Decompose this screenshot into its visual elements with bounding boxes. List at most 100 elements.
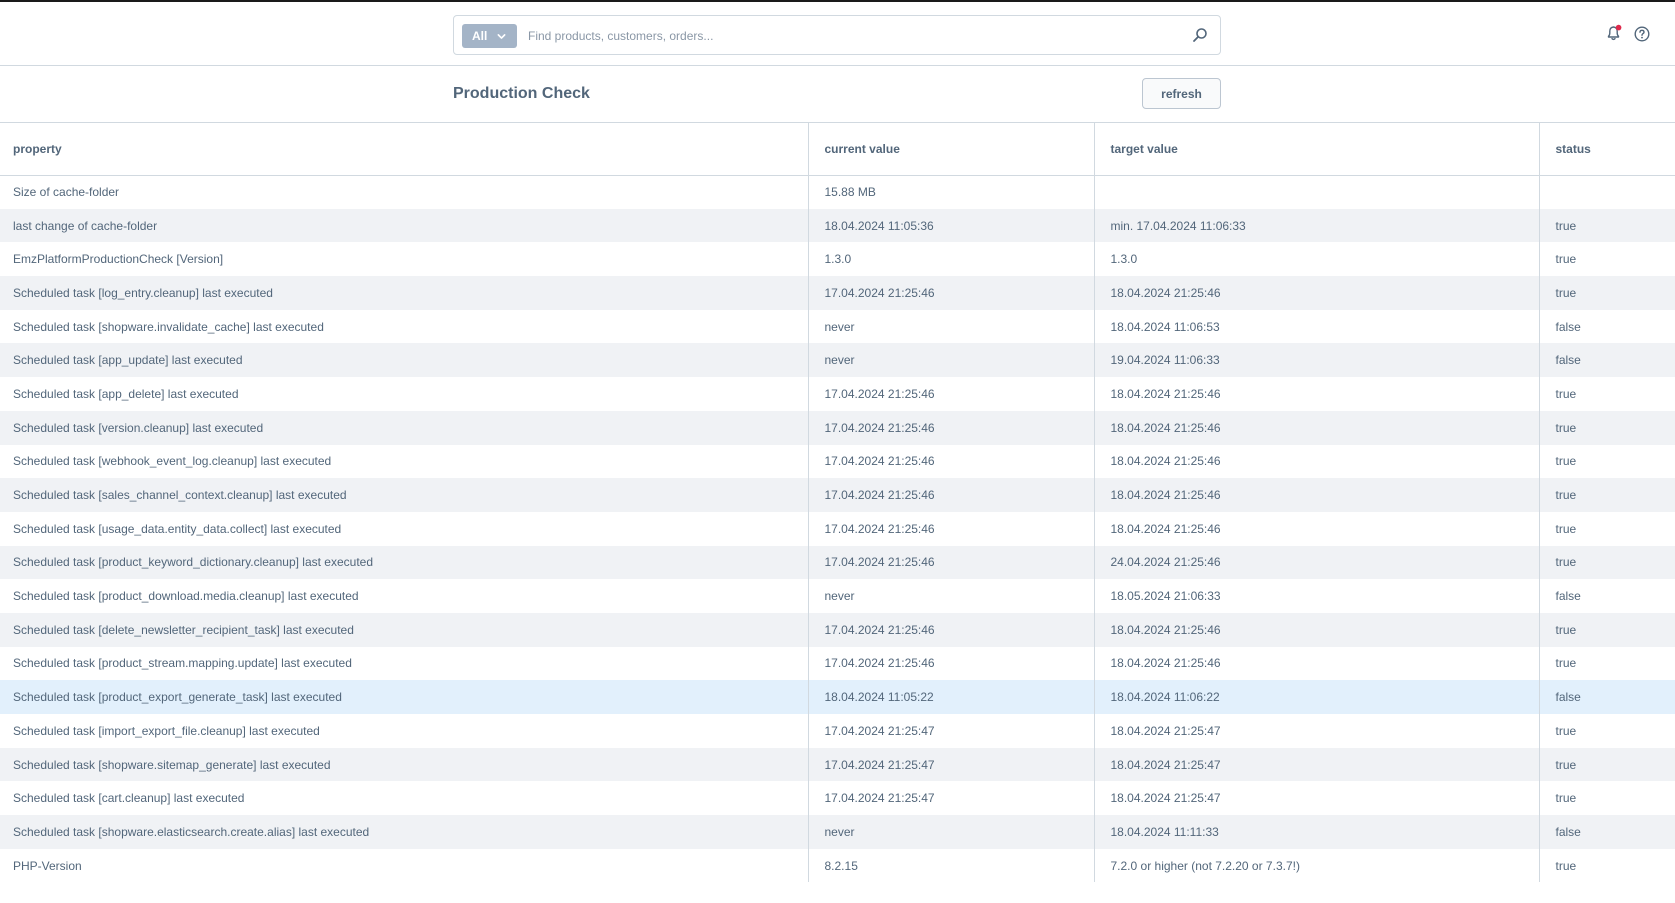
cell-target-value: 18.04.2024 21:25:46 (1093, 276, 1539, 310)
cell-target-value: 18.04.2024 21:25:46 (1093, 410, 1539, 445)
cell-current-value: 15.88 MB (807, 175, 1094, 209)
table-row[interactable]: Scheduled task [import_export_file.clean… (0, 714, 1675, 748)
search-input[interactable] (528, 24, 1168, 48)
production-check-grid: property current value target value stat… (0, 123, 1675, 883)
table-row[interactable]: Scheduled task [shopware.elasticsearch.c… (0, 815, 1675, 849)
cell-property: Scheduled task [shopware.elasticsearch.c… (0, 815, 808, 849)
cell-status: false (1538, 343, 1675, 378)
cell-property: PHP-Version (0, 848, 808, 883)
cell-target-value: 18.04.2024 21:25:47 (1093, 714, 1539, 748)
cell-property: Scheduled task [webhook_event_log.cleanu… (0, 444, 808, 479)
table-row[interactable]: EmzPlatformProductionCheck [Version] 1.3.… (0, 242, 1675, 277)
cell-current-value: 17.04.2024 21:25:47 (807, 781, 1094, 816)
help-icon[interactable] (1634, 26, 1650, 42)
table-header-row: property current value target value stat… (0, 123, 1675, 176)
chevron-down-icon (497, 33, 506, 39)
cell-current-value: 17.04.2024 21:25:46 (807, 410, 1094, 445)
cell-current-value: 17.04.2024 21:25:46 (807, 646, 1094, 681)
cell-property: Scheduled task [delete_newsletter_recipi… (0, 612, 808, 647)
cell-target-value: 18.04.2024 11:11:33 (1093, 815, 1539, 849)
cell-status: true (1538, 511, 1675, 546)
search-type-select[interactable]: All (462, 24, 517, 48)
cell-current-value: 17.04.2024 21:25:46 (807, 478, 1094, 512)
cell-target-value: 1.3.0 (1093, 242, 1539, 277)
cell-current-value: 18.04.2024 11:05:22 (807, 680, 1094, 714)
cell-current-value: 17.04.2024 21:25:46 (807, 545, 1094, 580)
cell-status: true (1538, 478, 1675, 512)
cell-current-value: never (807, 343, 1094, 378)
column-header-target-value[interactable]: target value (1093, 123, 1539, 176)
cell-target-value: 7.2.0 or higher (not 7.2.20 or 7.3.7!) (1093, 848, 1539, 883)
cell-current-value: never (807, 309, 1094, 344)
bell-icon[interactable] (1605, 24, 1623, 42)
cell-target-value: 18.04.2024 21:25:46 (1093, 478, 1539, 512)
cell-property: Scheduled task [import_export_file.clean… (0, 714, 808, 748)
table-row[interactable]: Scheduled task [product_keyword_dictiona… (0, 545, 1675, 580)
table-row[interactable]: Scheduled task [shopware.invalidate_cach… (0, 309, 1675, 344)
table-row[interactable]: Scheduled task [sales_channel_context.cl… (0, 478, 1675, 512)
cell-target-value: 24.04.2024 21:25:46 (1093, 545, 1539, 580)
cell-property: Scheduled task [usage_data.entity_data.c… (0, 511, 808, 546)
refresh-button[interactable]: refresh (1142, 78, 1221, 109)
column-header-status[interactable]: status (1538, 123, 1675, 176)
cell-property: Scheduled task [shopware.sitemap_generat… (0, 747, 808, 782)
table-row[interactable]: Scheduled task [usage_data.entity_data.c… (0, 511, 1675, 546)
cell-status: true (1538, 545, 1675, 580)
cell-property: Scheduled task [app_update] last execute… (0, 343, 808, 378)
table-row[interactable]: Scheduled task [webhook_event_log.cleanu… (0, 444, 1675, 479)
cell-status: true (1538, 612, 1675, 647)
cell-property: last change of cache-folder (0, 208, 808, 243)
data-table: property current value target value stat… (0, 123, 1675, 883)
cell-current-value: 17.04.2024 21:25:46 (807, 444, 1094, 479)
cell-target-value: 18.04.2024 21:25:47 (1093, 781, 1539, 816)
cell-current-value: never (807, 815, 1094, 849)
cell-target-value: 18.05.2024 21:06:33 (1093, 579, 1539, 613)
table-row[interactable]: Scheduled task [delete_newsletter_recipi… (0, 612, 1675, 647)
table-row[interactable]: Scheduled task [app_update] last execute… (0, 343, 1675, 378)
cell-target-value: 19.04.2024 11:06:33 (1093, 343, 1539, 378)
cell-status: false (1538, 815, 1675, 849)
cell-status: false (1538, 680, 1675, 714)
cell-current-value: 17.04.2024 21:25:47 (807, 747, 1094, 782)
table-row[interactable]: last change of cache-folder 18.04.2024 11… (0, 208, 1675, 243)
cell-target-value: 18.04.2024 21:25:47 (1093, 747, 1539, 782)
global-search: All (453, 15, 1221, 55)
table-row[interactable]: Scheduled task [product_stream.mapping.u… (0, 646, 1675, 681)
cell-target-value: 18.04.2024 21:25:46 (1093, 377, 1539, 411)
cell-property: Scheduled task [product_stream.mapping.u… (0, 646, 808, 681)
cell-property: Scheduled task [log_entry.cleanup] last … (0, 276, 808, 310)
cell-current-value: 18.04.2024 11:05:36 (807, 208, 1094, 243)
table-row[interactable]: Size of cache-folder 15.88 MB (0, 175, 1675, 209)
cell-target-value: 18.04.2024 11:06:22 (1093, 680, 1539, 714)
cell-current-value: 17.04.2024 21:25:46 (807, 276, 1094, 310)
cell-status: true (1538, 242, 1675, 277)
search-icon[interactable] (1192, 27, 1208, 43)
cell-property: Scheduled task [product_keyword_dictiona… (0, 545, 808, 580)
cell-property: Scheduled task [product_download.media.c… (0, 579, 808, 613)
cell-property: Scheduled task [cart.cleanup] last execu… (0, 781, 808, 816)
table-row[interactable]: PHP-Version 8.2.15 7.2.0 or higher (not 7.… (0, 848, 1675, 883)
column-header-current-value[interactable]: current value (807, 123, 1094, 176)
cell-target-value: 18.04.2024 21:25:46 (1093, 612, 1539, 647)
table-row[interactable]: Scheduled task [product_export_generate_… (0, 680, 1675, 714)
cell-status: true (1538, 781, 1675, 816)
cell-target-value (1093, 175, 1539, 209)
column-header-property[interactable]: property (0, 123, 808, 176)
table-row[interactable]: Scheduled task [cart.cleanup] last execu… (0, 781, 1675, 816)
cell-status: true (1538, 714, 1675, 748)
table-row[interactable]: Scheduled task [log_entry.cleanup] last … (0, 276, 1675, 310)
table-row[interactable]: Scheduled task [version.cleanup] last ex… (0, 410, 1675, 445)
top-bar: All (0, 2, 1675, 66)
table-row[interactable]: Scheduled task [product_download.media.c… (0, 579, 1675, 613)
cell-status: true (1538, 208, 1675, 243)
smart-bar: Production Check refresh (0, 66, 1675, 123)
table-row[interactable]: Scheduled task [shopware.sitemap_generat… (0, 747, 1675, 782)
cell-status: true (1538, 377, 1675, 411)
cell-property: Scheduled task [product_export_generate_… (0, 680, 808, 714)
search-type-label: All (472, 29, 488, 43)
table-row[interactable]: Scheduled task [app_delete] last execute… (0, 377, 1675, 411)
cell-target-value: min. 17.04.2024 11:06:33 (1093, 208, 1539, 243)
cell-target-value: 18.04.2024 21:25:46 (1093, 444, 1539, 479)
cell-property: Scheduled task [version.cleanup] last ex… (0, 410, 808, 445)
cell-status: true (1538, 848, 1675, 883)
